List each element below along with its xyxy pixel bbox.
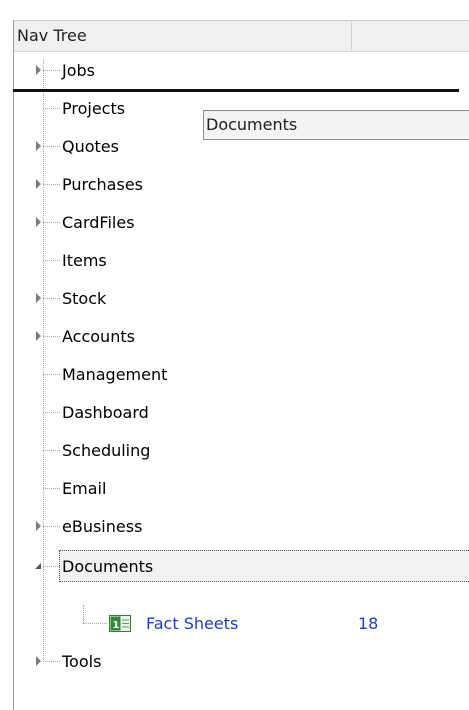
collapse-arrow-icon[interactable]: [35, 563, 41, 569]
tree-item-label: Scheduling: [62, 441, 151, 460]
tree-item-tools[interactable]: Tools: [14, 643, 469, 681]
tree-connector: [83, 623, 107, 624]
tree-item-label: Projects: [62, 99, 126, 118]
expand-arrow-icon[interactable]: [36, 331, 41, 341]
tree-connector: [43, 146, 60, 147]
drag-ghost-documents: Documents: [203, 110, 469, 140]
tree-item-documents[interactable]: Documents: [14, 548, 469, 586]
tree-item-accounts[interactable]: Accounts: [14, 318, 469, 356]
expand-arrow-icon[interactable]: [36, 521, 41, 531]
tree-connector: [43, 566, 60, 567]
tree-item-label: Documents: [62, 557, 154, 576]
column-header-2[interactable]: [352, 21, 469, 51]
tree-connector: [43, 374, 60, 375]
tree-connector: [43, 336, 60, 337]
tree-connector: [43, 260, 60, 261]
expand-arrow-icon[interactable]: [36, 217, 41, 227]
tree-connector: [43, 70, 60, 71]
column-header-nav-tree[interactable]: Nav Tree: [14, 21, 352, 51]
tree-item-jobs[interactable]: Jobs: [14, 52, 469, 90]
drop-insertion-line: [13, 89, 459, 92]
tree-item-label: Dashboard: [62, 403, 149, 422]
tree-item-fact-sheets[interactable]: 1 Fact Sheets 18: [14, 605, 469, 643]
tree-item-label: Stock: [62, 289, 107, 308]
fact-sheets-count: 18: [358, 614, 379, 633]
tree-item-email[interactable]: Email: [14, 470, 469, 508]
tree-item-dashboard[interactable]: Dashboard: [14, 394, 469, 432]
tree-item-cardfiles[interactable]: CardFiles: [14, 204, 469, 242]
tree-item-purchases[interactable]: Purchases: [14, 166, 469, 204]
tree-item-stock[interactable]: Stock: [14, 280, 469, 318]
tree-item-label: Purchases: [62, 175, 143, 194]
tree-item-items[interactable]: Items: [14, 242, 469, 280]
tree-connector: [43, 661, 60, 662]
expand-arrow-icon[interactable]: [36, 179, 41, 189]
expand-arrow-icon[interactable]: [36, 293, 41, 303]
tree-item-management[interactable]: Management: [14, 356, 469, 394]
tree-item-label: Accounts: [62, 327, 135, 346]
tree-item-label: Email: [62, 479, 107, 498]
expand-arrow-icon[interactable]: [36, 141, 41, 151]
tree-connector: [43, 108, 60, 109]
tree-connector: [43, 412, 60, 413]
tree-connector: [43, 184, 60, 185]
svg-text:1: 1: [113, 620, 120, 631]
tree-connector: [43, 222, 60, 223]
tree-connector: [43, 298, 60, 299]
tree-connector: [43, 450, 60, 451]
tree-connector: [43, 488, 60, 489]
fact-sheets-link[interactable]: Fact Sheets: [146, 605, 238, 643]
tree-item-label: eBusiness: [62, 517, 143, 536]
tree-item-label: Tools: [62, 652, 102, 671]
tree-item-label: Quotes: [62, 137, 119, 156]
tree-item-label: CardFiles: [62, 213, 135, 232]
nav-tree-header: Nav Tree: [14, 21, 469, 52]
expand-arrow-icon[interactable]: [36, 656, 41, 666]
tree-item-label: Items: [62, 251, 107, 270]
tree-connector: [43, 526, 60, 527]
tree-item-label: Management: [62, 365, 168, 384]
tree-item-scheduling[interactable]: Scheduling: [14, 432, 469, 470]
spreadsheet-icon: 1: [109, 615, 131, 632]
tree-connector: [83, 605, 84, 623]
tree-item-ebusiness[interactable]: eBusiness: [14, 508, 469, 546]
expand-arrow-icon[interactable]: [36, 65, 41, 75]
tree-item-label: Jobs: [62, 61, 95, 80]
